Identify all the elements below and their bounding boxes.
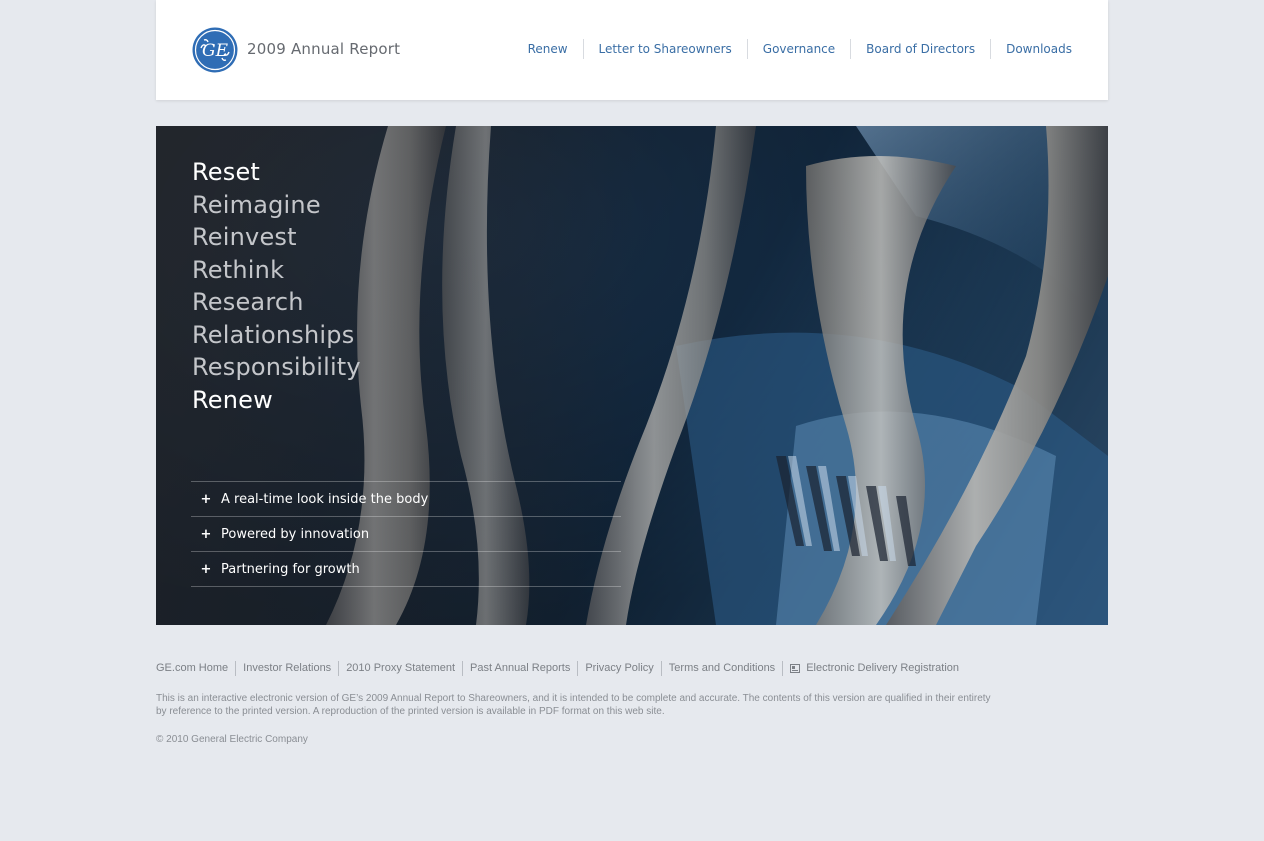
hero-banner: Reset Reimagine Reinvest Rethink Researc… bbox=[156, 126, 1108, 625]
ge-logo[interactable]: GE bbox=[192, 27, 238, 73]
word-reimagine[interactable]: Reimagine bbox=[192, 189, 361, 222]
story-label: A real-time look inside the body bbox=[221, 491, 429, 507]
word-reset[interactable]: Reset bbox=[192, 156, 361, 189]
report-title: 2009 Annual Report bbox=[247, 40, 401, 58]
footer-link-investor-relations[interactable]: Investor Relations bbox=[235, 661, 338, 676]
renew-word-list: Reset Reimagine Reinvest Rethink Researc… bbox=[192, 156, 361, 416]
word-research[interactable]: Research bbox=[192, 286, 361, 319]
main-nav: Renew Letter to Shareowners Governance B… bbox=[513, 39, 1072, 59]
story-accordion: + A real-time look inside the body + Pow… bbox=[191, 481, 621, 587]
footer-link-past-annual-reports[interactable]: Past Annual Reports bbox=[462, 661, 577, 676]
nav-downloads[interactable]: Downloads bbox=[990, 39, 1072, 59]
story-label: Powered by innovation bbox=[221, 526, 370, 542]
plus-icon[interactable]: + bbox=[191, 562, 221, 577]
word-responsibility[interactable]: Responsibility bbox=[192, 351, 361, 384]
story-label: Partnering for growth bbox=[221, 561, 360, 577]
story-item[interactable]: + A real-time look inside the body bbox=[191, 482, 621, 517]
site-header: GE 2009 Annual Report Renew Letter to Sh… bbox=[156, 0, 1108, 100]
word-relationships[interactable]: Relationships bbox=[192, 319, 361, 352]
footer-link-terms[interactable]: Terms and Conditions bbox=[660, 661, 782, 676]
footer-link-ge-home[interactable]: GE.com Home bbox=[156, 661, 235, 676]
footer-links: GE.com Home Investor Relations 2010 Prox… bbox=[156, 661, 966, 676]
disclaimer-text: This is an interactive electronic versio… bbox=[156, 693, 991, 717]
plus-icon[interactable]: + bbox=[191, 527, 221, 542]
story-item[interactable]: + Powered by innovation bbox=[191, 517, 621, 552]
plus-icon[interactable]: + bbox=[191, 492, 221, 507]
nav-board-of-directors[interactable]: Board of Directors bbox=[850, 39, 990, 59]
word-rethink[interactable]: Rethink bbox=[192, 254, 361, 287]
document-icon bbox=[790, 664, 801, 673]
word-reinvest[interactable]: Reinvest bbox=[192, 221, 361, 254]
word-renew[interactable]: Renew bbox=[192, 384, 361, 417]
footer-link-electronic-delivery[interactable]: Electronic Delivery Registration bbox=[782, 661, 966, 676]
electronic-delivery-label: Electronic Delivery Registration bbox=[806, 662, 960, 674]
nav-letter-to-shareowners[interactable]: Letter to Shareowners bbox=[582, 39, 747, 59]
footer-link-proxy-statement[interactable]: 2010 Proxy Statement bbox=[338, 661, 462, 676]
svg-text:GE: GE bbox=[202, 41, 229, 61]
story-item[interactable]: + Partnering for growth bbox=[191, 552, 621, 587]
nav-governance[interactable]: Governance bbox=[746, 39, 850, 59]
nav-renew[interactable]: Renew bbox=[513, 39, 583, 59]
footer-link-privacy-policy[interactable]: Privacy Policy bbox=[577, 661, 660, 676]
copyright-text: © 2010 General Electric Company bbox=[156, 734, 308, 745]
